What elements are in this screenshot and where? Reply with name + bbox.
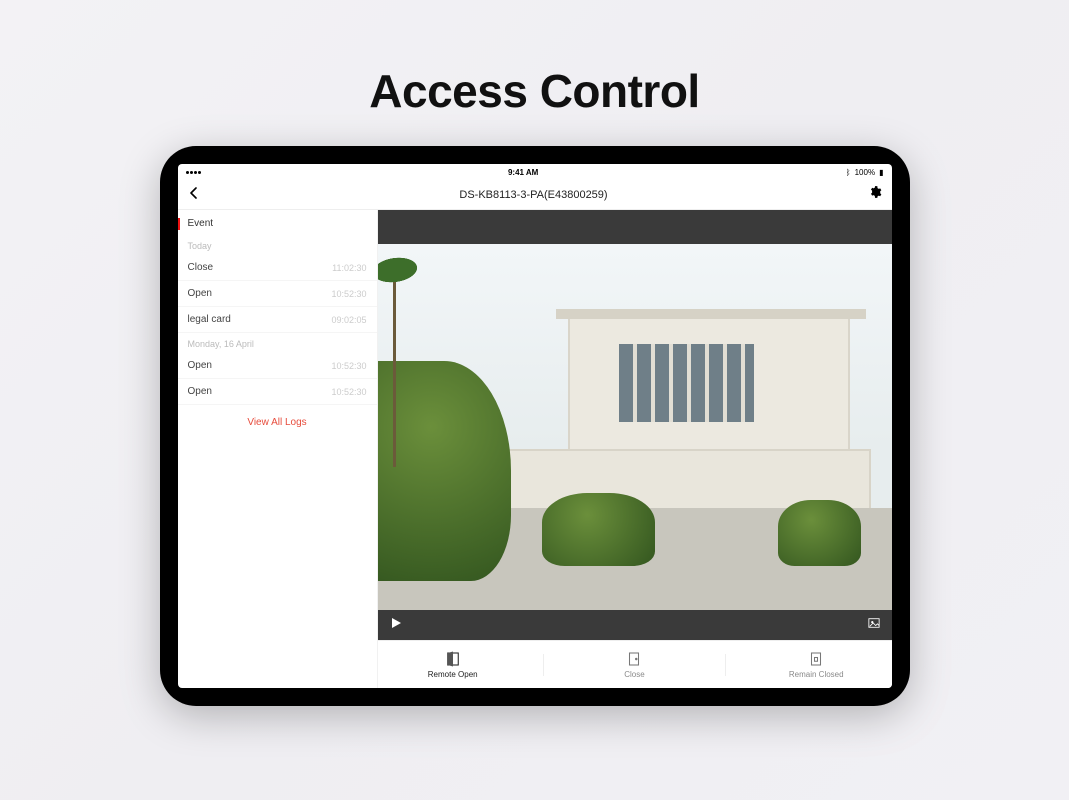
close-button[interactable]: Close xyxy=(574,650,694,679)
log-time: 10:52:30 xyxy=(331,387,366,397)
action-label: Remote Open xyxy=(428,670,478,679)
log-time: 10:52:30 xyxy=(331,361,366,371)
door-locked-icon xyxy=(807,650,825,668)
play-button[interactable] xyxy=(390,616,402,634)
event-sidebar: Event Today Close 11:02:30 Open 10:52:30… xyxy=(178,210,378,688)
battery-icon: ▮ xyxy=(879,168,883,177)
video-frame xyxy=(378,210,892,640)
play-icon xyxy=(390,617,402,629)
nav-bar: DS-KB8113-3-PA(E43800259) xyxy=(178,180,892,210)
log-row[interactable]: Open 10:52:30 xyxy=(178,379,377,405)
snapshot-button[interactable] xyxy=(868,616,880,634)
camera-feed[interactable] xyxy=(378,244,892,610)
content-split: Event Today Close 11:02:30 Open 10:52:30… xyxy=(178,210,892,688)
log-time: 10:52:30 xyxy=(331,289,366,299)
signal-icon xyxy=(186,171,201,174)
date-group-prev: Monday, 16 April xyxy=(178,333,377,353)
view-all-logs-link[interactable]: View All Logs xyxy=(178,405,377,440)
settings-button[interactable] xyxy=(868,185,882,204)
chevron-left-icon xyxy=(188,187,200,199)
remote-open-button[interactable]: Remote Open xyxy=(393,650,513,679)
log-time: 11:02:30 xyxy=(332,263,366,273)
video-panel: Remote Open Close Remain Closed xyxy=(378,210,892,688)
video-controls xyxy=(378,610,892,640)
door-close-icon xyxy=(625,650,643,668)
log-row[interactable]: Open 10:52:30 xyxy=(178,353,377,379)
log-row[interactable]: Open 10:52:30 xyxy=(178,281,377,307)
log-name: Open xyxy=(188,360,212,371)
app-screen: 9:41 AM ᛒ 100% ▮ DS-KB8113-3-PA(E4380025… xyxy=(178,164,892,688)
log-name: Open xyxy=(188,386,212,397)
log-name: Close xyxy=(188,262,214,273)
remain-closed-button[interactable]: Remain Closed xyxy=(756,650,876,679)
gear-icon xyxy=(868,185,882,199)
battery-label: 100% xyxy=(855,168,875,177)
log-time: 09:02:05 xyxy=(331,315,366,325)
bluetooth-icon: ᛒ xyxy=(846,168,851,177)
date-group-today: Today xyxy=(178,235,377,255)
action-label: Close xyxy=(624,670,644,679)
log-row[interactable]: legal card 09:02:05 xyxy=(178,307,377,333)
door-open-icon xyxy=(444,650,462,668)
status-time: 9:41 AM xyxy=(508,168,538,177)
tablet-frame: 9:41 AM ᛒ 100% ▮ DS-KB8113-3-PA(E4380025… xyxy=(160,146,910,706)
page-title: Access Control xyxy=(369,64,699,118)
back-button[interactable] xyxy=(188,186,200,204)
log-row[interactable]: Close 11:02:30 xyxy=(178,255,377,281)
action-label: Remain Closed xyxy=(789,670,844,679)
action-bar: Remote Open Close Remain Closed xyxy=(378,640,892,688)
event-section-label: Event xyxy=(178,210,377,235)
log-name: Open xyxy=(188,288,212,299)
log-name: legal card xyxy=(188,314,231,325)
status-bar: 9:41 AM ᛒ 100% ▮ xyxy=(178,164,892,180)
device-title: DS-KB8113-3-PA(E43800259) xyxy=(200,189,868,201)
picture-icon xyxy=(868,617,880,629)
